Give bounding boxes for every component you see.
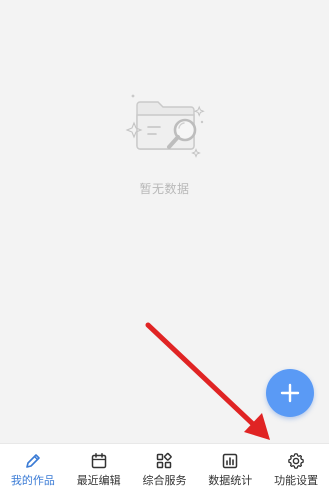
tab-settings[interactable]: 功能设置	[263, 444, 329, 491]
tab-services[interactable]: 综合服务	[132, 444, 198, 491]
bar-chart-icon	[223, 453, 238, 469]
tab-my-works[interactable]: 我的作品	[0, 444, 66, 491]
plus-icon	[280, 383, 300, 403]
app-screen: 暂无数据 我的作品 最近编辑 综合服务 数据统计 功能设置	[0, 0, 329, 491]
tab-statistics[interactable]: 数据统计	[197, 444, 263, 491]
calendar-icon	[91, 453, 106, 469]
empty-folder-search-icon	[125, 94, 205, 158]
bottom-tab-bar: 我的作品 最近编辑 综合服务 数据统计 功能设置	[0, 443, 329, 491]
tab-label: 最近编辑	[76, 474, 121, 487]
pencil-icon	[26, 454, 40, 468]
tab-recent-edits[interactable]: 最近编辑	[66, 444, 132, 491]
tab-label: 我的作品	[10, 474, 55, 487]
tab-label: 综合服务	[142, 474, 187, 487]
grid-icon	[157, 452, 173, 469]
empty-state-text: 暂无数据	[139, 182, 190, 196]
tab-label: 数据统计	[208, 474, 253, 487]
add-button[interactable]	[266, 369, 314, 417]
gear-icon	[288, 453, 304, 469]
tab-label: 功能设置	[274, 474, 319, 487]
